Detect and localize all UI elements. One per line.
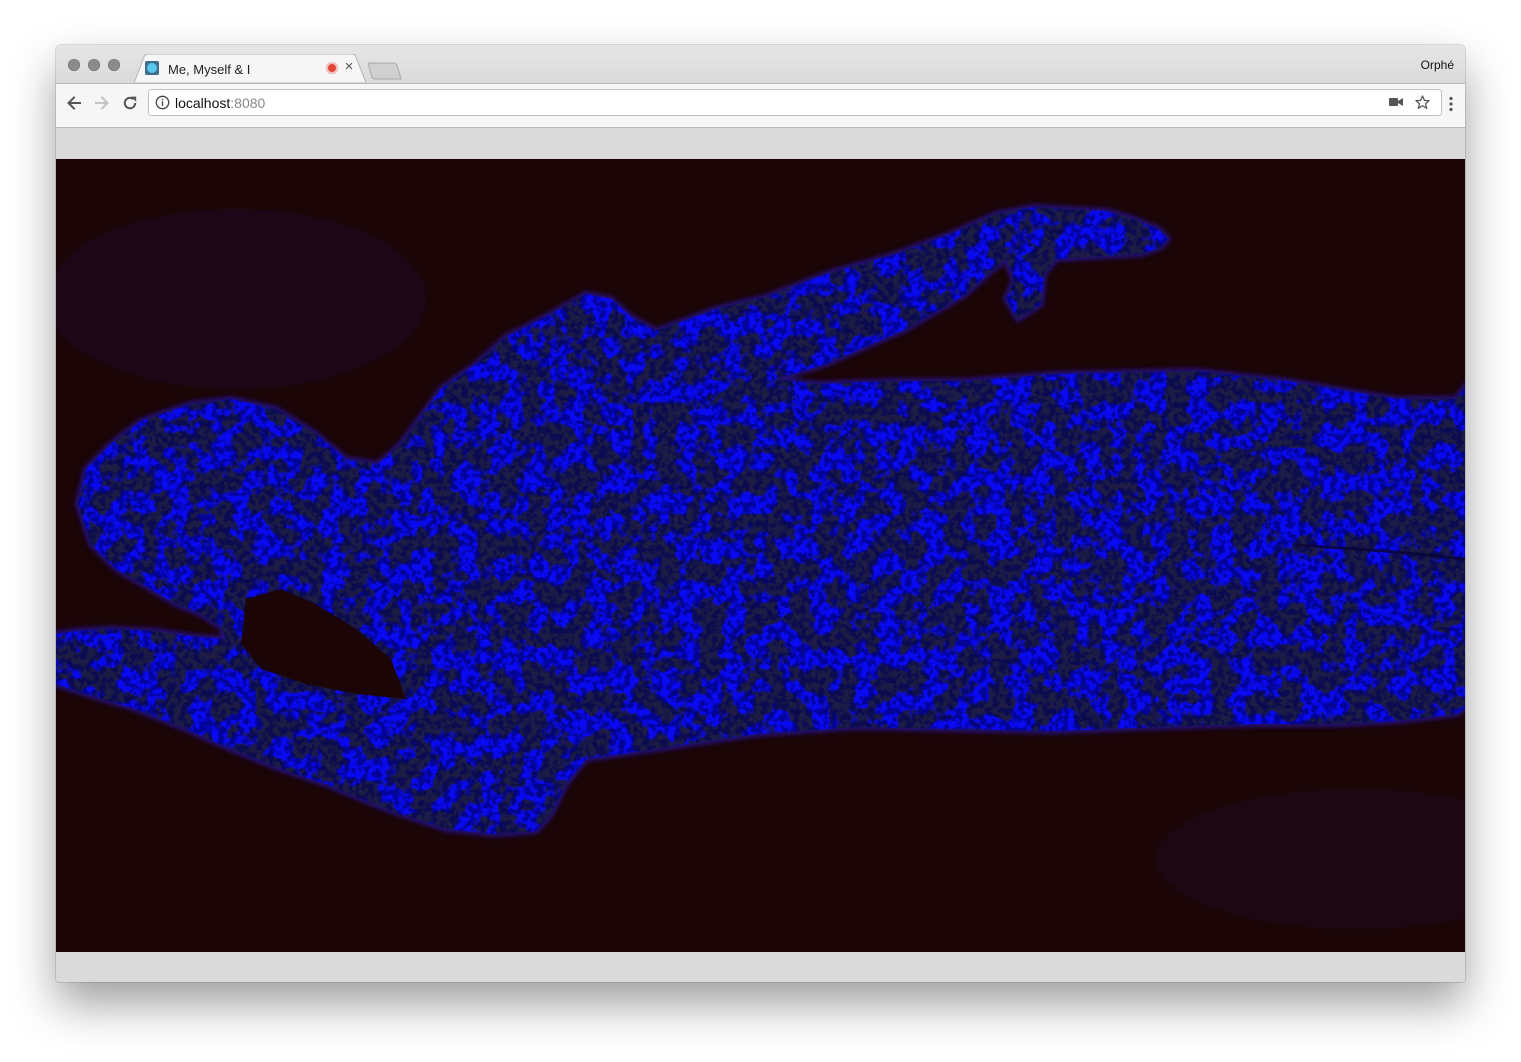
vertical-dots-icon[interactable] (1449, 96, 1453, 112)
url-text[interactable]: localhost:8080 (175, 95, 265, 111)
arrow-right-icon[interactable] (93, 94, 111, 112)
url-host: localhost (175, 95, 231, 111)
profile-name[interactable]: Orphé (1421, 58, 1454, 72)
page-content (56, 128, 1465, 982)
video-camera-icon[interactable] (1389, 97, 1403, 107)
tab-title: Me, Myself & I (168, 62, 251, 77)
url-port: :8080 (230, 95, 266, 111)
visualization-canvas[interactable] (56, 159, 1465, 952)
reload-icon[interactable] (121, 94, 139, 112)
toolbar: localhost:8080 (56, 83, 1465, 128)
star-icon[interactable] (1414, 94, 1431, 111)
new-tab-button[interactable] (368, 62, 402, 80)
app-favicon-icon (145, 61, 159, 75)
background-haze (56, 209, 426, 389)
tab-strip: Me, Myself & I × Orphé (56, 45, 1465, 83)
address-bar[interactable]: localhost:8080 (148, 89, 1442, 116)
close-window-button[interactable] (68, 59, 80, 71)
body-silhouette-visualization (56, 159, 1465, 952)
info-icon[interactable] (155, 95, 170, 110)
minimize-window-button[interactable] (88, 59, 100, 71)
zoom-window-button[interactable] (108, 59, 120, 71)
arrow-left-icon[interactable] (65, 94, 83, 112)
browser-window: Me, Myself & I × Orphé localhost:8080 (56, 45, 1465, 982)
tab-close-icon[interactable]: × (342, 58, 356, 76)
record-icon (326, 62, 338, 74)
